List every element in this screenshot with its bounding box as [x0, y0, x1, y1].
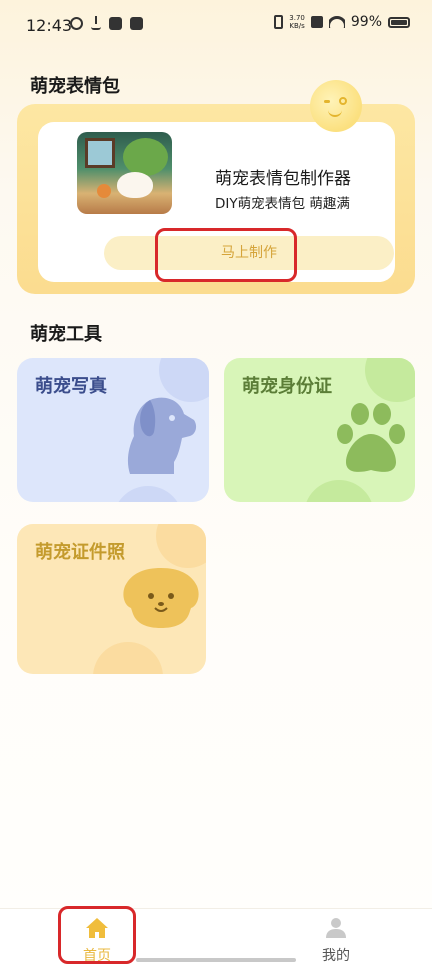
tool-pet-id-card[interactable]: 萌宠身份证 — [224, 358, 415, 502]
meme-maker-title: 萌宠表情包制作器 — [215, 169, 351, 189]
make-now-button[interactable]: 马上制作 — [104, 236, 394, 270]
download-icon — [91, 16, 101, 30]
net-speed-value: 3.70 — [289, 14, 305, 22]
paw-icon — [337, 403, 405, 472]
tool-pet-photo[interactable]: 萌宠写真 — [17, 358, 209, 502]
nav-home[interactable]: 首页 — [37, 909, 157, 965]
meme-maker-subtitle: DIY萌宠表情包 萌趣满 — [215, 196, 350, 212]
battery-percent: 99% — [350, 14, 382, 30]
tool-label: 萌宠身份证 — [242, 376, 332, 397]
meme-maker-card[interactable]: 萌宠表情包制作器 DIY萌宠表情包 萌趣满 马上制作 — [38, 122, 395, 282]
section-title-tools: 萌宠工具 — [30, 324, 102, 345]
section-title-meme: 萌宠表情包 — [30, 76, 120, 97]
wink-emoji-icon — [310, 80, 362, 132]
sync-icon — [70, 16, 83, 30]
home-icon — [86, 918, 108, 938]
gesture-bar — [136, 958, 296, 962]
meme-thumbnail — [77, 132, 172, 214]
wifi-icon — [328, 16, 345, 28]
battery-icon — [388, 16, 410, 28]
notification-icons — [70, 16, 143, 30]
nav-mine[interactable]: 我的 — [276, 909, 396, 965]
status-bar: 12:43 3.70 KB/s 99% — [0, 0, 432, 52]
tool-label: 萌宠证件照 — [35, 542, 125, 563]
puppy-face-icon — [123, 568, 199, 628]
mail-icon — [109, 16, 122, 30]
tool-pet-id-photo[interactable]: 萌宠证件照 — [17, 524, 206, 674]
tool-label: 萌宠写真 — [35, 376, 107, 397]
sim-off-icon — [310, 16, 323, 28]
system-status: 3.70 KB/s 99% — [274, 14, 410, 30]
meme-section: 萌宠表情包制作器 DIY萌宠表情包 萌趣满 马上制作 — [17, 104, 415, 294]
dog-head-icon — [127, 397, 197, 474]
nav-home-label: 首页 — [83, 948, 111, 964]
vibrate-icon — [274, 15, 284, 29]
net-speed-unit: KB/s — [289, 22, 305, 30]
user-icon — [326, 918, 346, 938]
net-speed: 3.70 KB/s — [289, 14, 305, 30]
nav-mine-label: 我的 — [322, 948, 350, 964]
bottom-nav: 首页 我的 — [0, 908, 432, 965]
status-time: 12:43 — [26, 16, 73, 35]
app-notification-icon — [130, 16, 143, 30]
